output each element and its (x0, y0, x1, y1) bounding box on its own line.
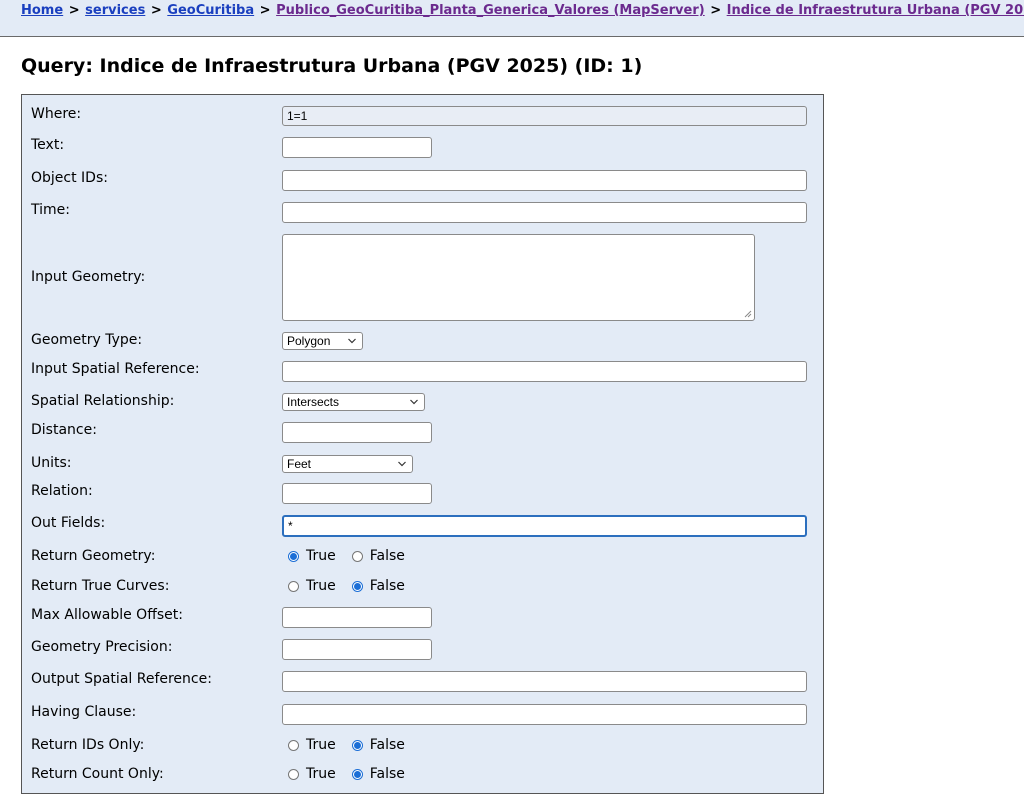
object-ids-label: Object IDs: (31, 170, 108, 186)
where-label: Where: (31, 106, 82, 122)
spatial-relationship-label: Spatial Relationship: (31, 393, 175, 409)
max-allowable-offset-input[interactable] (282, 607, 432, 628)
resize-grip-icon[interactable] (744, 310, 752, 318)
query-form: Where: 1=1 Text: Object IDs: Time: Input… (21, 94, 824, 794)
breadcrumb: Home > services > GeoCuritiba > Publico_… (21, 3, 1024, 18)
return-count-only-false-label: False (369, 766, 405, 782)
return-count-only-label: Return Count Only: (31, 766, 164, 782)
where-input[interactable]: 1=1 (282, 106, 807, 126)
return-ids-only-false-label: False (369, 737, 405, 753)
breadcrumb-bar: Home > services > GeoCuritiba > Publico_… (0, 0, 1024, 37)
geometry-type-select[interactable]: Polygon (282, 332, 363, 350)
return-true-curves-options: True False (288, 578, 421, 594)
return-ids-only-true-radio[interactable] (288, 739, 299, 751)
return-geometry-true-label: True (306, 548, 336, 564)
return-count-only-false-radio[interactable] (351, 768, 363, 780)
chevron-down-icon (348, 338, 356, 344)
output-spatial-reference-label: Output Spatial Reference: (31, 671, 212, 687)
having-clause-label: Having Clause: (31, 704, 137, 720)
distance-input[interactable] (282, 422, 432, 443)
input-spatial-reference-label: Input Spatial Reference: (31, 361, 200, 377)
breadcrumb-link-layer[interactable]: Indice de Infraestrutura Urbana (PGV 202… (727, 3, 1024, 18)
breadcrumb-separator: > (150, 3, 162, 18)
geometry-type-label: Geometry Type: (31, 332, 143, 348)
return-count-only-options: True False (288, 766, 421, 782)
spatial-relationship-select[interactable]: Intersects (282, 393, 425, 411)
page-title: Query: Indice de Infraestrutura Urbana (… (21, 55, 643, 77)
object-ids-input[interactable] (282, 170, 807, 191)
breadcrumb-separator: > (259, 3, 271, 18)
input-geometry-textarea[interactable] (282, 234, 755, 321)
chevron-down-icon (398, 461, 406, 467)
return-count-only-true-radio[interactable] (288, 768, 299, 780)
units-value: Feet (287, 457, 312, 471)
return-ids-only-options: True False (288, 737, 421, 753)
geometry-type-value: Polygon (287, 334, 331, 348)
input-geometry-label: Input Geometry: (31, 269, 146, 285)
relation-input[interactable] (282, 483, 432, 504)
return-true-curves-true-label: True (306, 578, 336, 594)
breadcrumb-link-geocuritiba[interactable]: GeoCuritiba (167, 3, 254, 18)
geometry-precision-label: Geometry Precision: (31, 639, 173, 655)
out-fields-label: Out Fields: (31, 515, 106, 531)
return-ids-only-false-radio[interactable] (351, 739, 363, 751)
units-label: Units: (31, 455, 72, 471)
breadcrumb-separator: > (68, 3, 80, 18)
spatial-relationship-value: Intersects (287, 395, 340, 409)
output-spatial-reference-input[interactable] (282, 671, 807, 692)
return-true-curves-false-label: False (369, 578, 405, 594)
return-ids-only-true-label: True (306, 737, 336, 753)
return-geometry-false-radio[interactable] (351, 550, 363, 562)
return-geometry-false-label: False (369, 548, 405, 564)
max-allowable-offset-label: Max Allowable Offset: (31, 607, 183, 623)
return-geometry-options: True False (288, 548, 421, 564)
breadcrumb-link-home[interactable]: Home (21, 3, 63, 18)
time-input[interactable] (282, 202, 807, 223)
chevron-down-icon (410, 399, 418, 405)
text-label: Text: (31, 137, 65, 153)
return-true-curves-false-radio[interactable] (351, 580, 363, 592)
return-geometry-true-radio[interactable] (288, 550, 299, 562)
text-input[interactable] (282, 137, 432, 158)
out-fields-input[interactable]: * (282, 515, 807, 537)
breadcrumb-separator: > (710, 3, 722, 18)
return-true-curves-label: Return True Curves: (31, 578, 170, 594)
units-select[interactable]: Feet (282, 455, 413, 473)
relation-label: Relation: (31, 483, 93, 499)
having-clause-input[interactable] (282, 704, 807, 725)
return-count-only-true-label: True (306, 766, 336, 782)
geometry-precision-input[interactable] (282, 639, 432, 660)
time-label: Time: (31, 202, 70, 218)
breadcrumb-link-services[interactable]: services (85, 3, 145, 18)
distance-label: Distance: (31, 422, 97, 438)
return-ids-only-label: Return IDs Only: (31, 737, 145, 753)
input-spatial-reference-input[interactable] (282, 361, 807, 382)
return-geometry-label: Return Geometry: (31, 548, 156, 564)
breadcrumb-link-mapserver[interactable]: Publico_GeoCuritiba_Planta_Generica_Valo… (276, 3, 705, 18)
return-true-curves-true-radio[interactable] (288, 580, 299, 592)
